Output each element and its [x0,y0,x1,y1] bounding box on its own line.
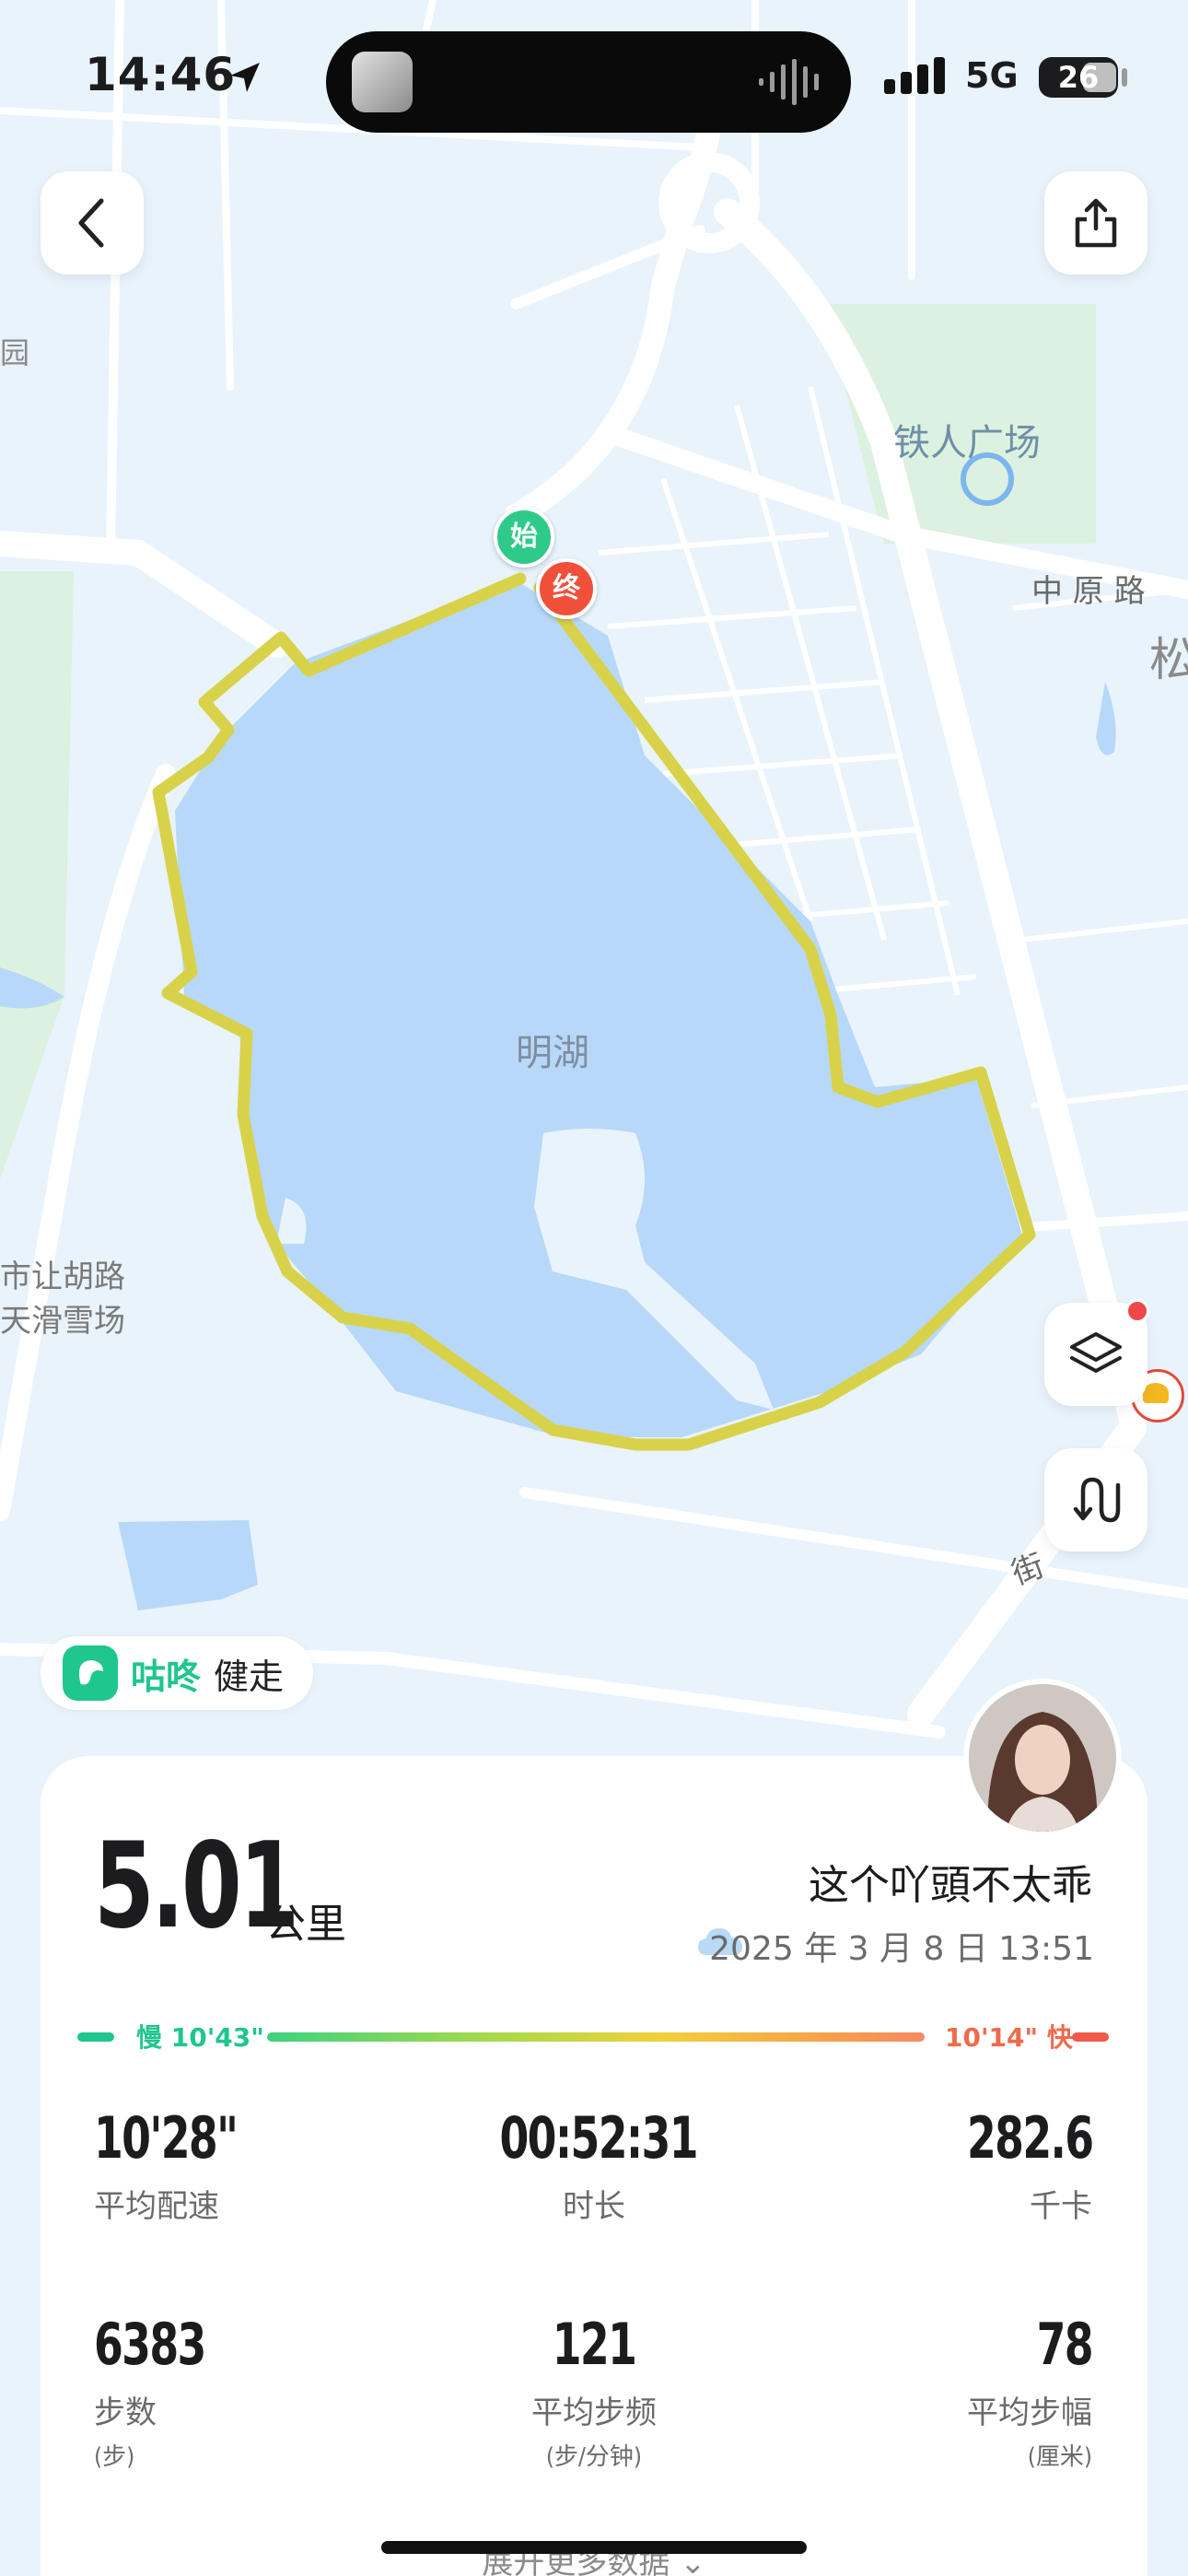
route-toggle-button[interactable] [1044,1448,1147,1551]
park-label-fragment: 园 [0,335,30,370]
stat-value: 78 [1036,2311,1094,2378]
start-marker: 始 [494,507,554,568]
workout-datetime: 2025 年 3 月 8 日 13:51 [709,1930,1094,1968]
stat-value: 00:52:31 [499,2104,699,2172]
route-toggle-icon [1073,1477,1121,1523]
stat-unit: (厘米) [1027,2443,1092,2471]
pace-slow-indicator [77,2032,114,2042]
app-brand-badge: 咕咚 健走 [41,1636,314,1710]
stat-label: 时长 [563,2188,625,2225]
distance-unit: 公里 [265,1901,346,1948]
road-label-rangtu: 市让胡路 [0,1259,125,1295]
now-playing-artwork [352,52,413,112]
stat-label: 平均步频 [531,2395,657,2431]
stat-stride: 78 平均步幅 (厘米) [967,2311,1094,2472]
user-nickname: 这个吖頭不太乖 [809,1862,1092,1909]
start-marker-label: 始 [510,521,538,553]
cellular-signal-icon [884,57,945,94]
ski-label: 天滑雪场 [0,1303,125,1340]
stat-value: 6383 [94,2311,206,2378]
end-marker: 终 [536,558,597,619]
share-button[interactable] [1044,171,1147,275]
stat-value: 121 [552,2311,637,2378]
pace-gradient-bar [267,2032,925,2042]
brand-name: 咕咚 [131,1656,202,1697]
status-time: 14:46 [85,48,237,101]
back-icon [78,198,104,248]
end-marker-label: 终 [553,572,580,604]
pace-slow-label: 慢 10'43" [136,2022,264,2053]
stat-steps: 6383 步数 (步) [94,2311,229,2472]
workout-mode: 健走 [214,1656,285,1697]
stat-value: 282.6 [966,2104,1094,2172]
share-icon [1075,198,1117,248]
stat-cadence: 121 平均步频 (步/分钟) [479,2311,709,2472]
stat-unit: (步) [94,2443,135,2471]
stat-value: 10'28" [94,2104,239,2172]
location-arrow-icon [230,63,260,92]
stat-duration: 00:52:31 时长 [479,2104,709,2226]
stat-label: 步数 [94,2395,157,2431]
stat-calories: 282.6 千卡 [939,2104,1094,2226]
lake-label: 明湖 [516,1032,589,1074]
avatar[interactable] [963,1679,1122,1837]
stat-label: 平均配速 [94,2188,219,2225]
stat-label: 平均步幅 [967,2395,1092,2431]
network-type: 5G [965,55,1019,96]
screen: 明湖 铁人广场 中 原 路 市让胡路 天滑雪场 园 松 街 始 终 14:46 … [0,0,1188,2576]
battery-level: 26 [1057,60,1100,95]
pace-fast-label: 10'14" 快 [945,2022,1073,2053]
stat-unit: (步/分钟) [545,2443,643,2471]
layers-notification-dot [1125,1299,1149,1323]
codoon-logo-icon [63,1645,118,1701]
home-indicator[interactable] [381,2541,807,2554]
layers-icon [1070,1332,1122,1373]
stat-label: 千卡 [1030,2188,1092,2225]
audio-wave-icon [759,59,819,105]
back-button[interactable] [41,171,144,275]
road-label-zhongyuan: 中 原 路 [1031,573,1146,610]
dynamic-island[interactable] [326,31,851,133]
battery-icon: 26 [1039,57,1118,98]
pace-fast-indicator [1072,2032,1109,2042]
status-bar: 14:46 5G 26 [0,0,1188,147]
plaza-label: 铁人广场 [893,422,1041,464]
song-label-fragment: 松 [1149,633,1188,686]
stat-avg-pace: 10'28" 平均配速 [94,2104,268,2226]
